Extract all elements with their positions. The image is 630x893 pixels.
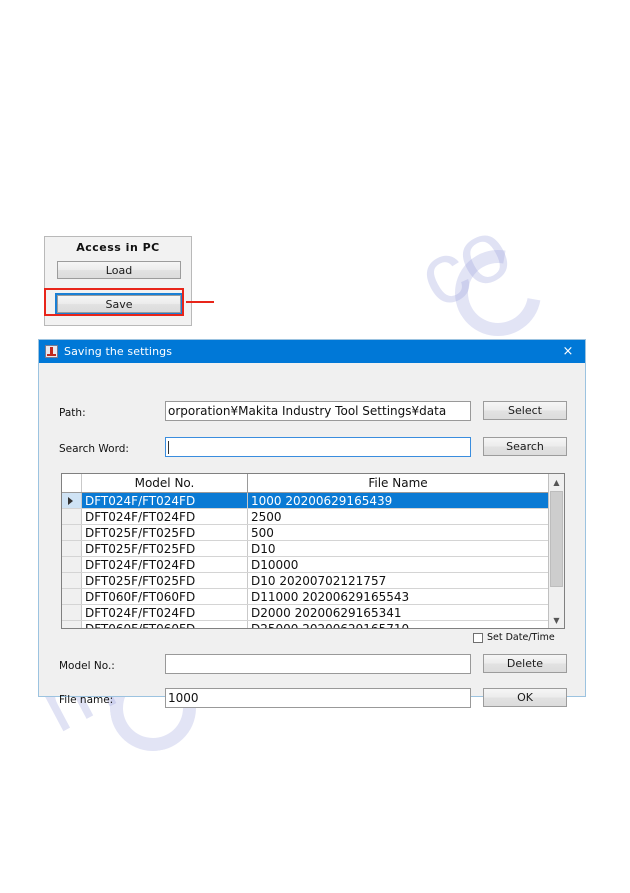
cell-model-no: DFT024F/FT024FD	[82, 557, 248, 572]
row-selector[interactable]	[62, 621, 82, 628]
delete-button[interactable]: Delete	[483, 654, 567, 673]
table-row[interactable]: DFT024F/FT024FD 2500	[62, 509, 548, 525]
cell-model-no: DFT024F/FT024FD	[82, 493, 248, 508]
settings-table[interactable]: Model No. File Name DFT024F/FT024FD 1000 …	[61, 473, 565, 629]
search-word-input[interactable]	[165, 437, 471, 457]
cell-file-name: D10 20200702121757	[251, 573, 387, 588]
close-icon[interactable]: ×	[551, 340, 585, 363]
table-row[interactable]: DFT024F/FT024FD 1000 20200629165439	[62, 493, 548, 509]
row-selector[interactable]	[62, 605, 82, 620]
text-caret	[168, 440, 169, 454]
table-body-area: Model No. File Name DFT024F/FT024FD 1000 …	[62, 474, 548, 628]
row-selector[interactable]	[62, 589, 82, 604]
table-row[interactable]: DFT025F/FT025FD 500	[62, 525, 548, 541]
cell-file-name: D10	[251, 541, 276, 556]
cell-model-no: DFT060F/FT060FD	[82, 621, 248, 628]
model-no-label: Model No.:	[59, 660, 115, 672]
cell-model-no: DFT024F/FT024FD	[82, 605, 248, 620]
cell-model-no: DFT025F/FT025FD	[82, 573, 248, 588]
cell-model-no: DFT025F/FT025FD	[82, 525, 248, 540]
save-button[interactable]: Save	[57, 295, 181, 313]
table-rows-container: DFT024F/FT024FD 1000 20200629165439 DFT024…	[62, 493, 548, 628]
set-date-time-label: Set Date/Time	[487, 632, 555, 643]
cell-file-name: D2000 20200629165341	[251, 605, 402, 620]
row-selector[interactable]	[62, 509, 82, 524]
load-button[interactable]: Load	[57, 261, 181, 279]
cell-model-no: DFT024F/FT024FD	[82, 509, 248, 524]
checkbox-box-icon[interactable]	[473, 632, 483, 643]
path-label: Path:	[59, 407, 86, 419]
cell-file-name: D11000 20200629165543	[251, 589, 410, 604]
column-header-file-name[interactable]: File Name	[248, 474, 548, 492]
model-no-input[interactable]	[165, 654, 471, 674]
app-icon	[45, 345, 58, 358]
dialog-title: Saving the settings	[64, 345, 173, 358]
cell-file-name: 1000 20200629165439	[251, 493, 393, 508]
table-row[interactable]: DFT060F/FT060FD D11000 20200629165543	[62, 589, 548, 605]
table-row[interactable]: DFT024F/FT024FD D2000 20200629165341	[62, 605, 548, 621]
row-selector-arrow-icon[interactable]	[62, 493, 82, 508]
scrollbar-thumb[interactable]	[550, 491, 563, 587]
access-in-pc-title: Access in PC	[76, 241, 160, 254]
file-name-input[interactable]: 1000	[165, 688, 471, 708]
scroll-down-icon[interactable]: ▼	[549, 612, 564, 628]
row-selector[interactable]	[62, 525, 82, 540]
cell-file-name: D25000 20200629165710	[248, 621, 548, 629]
dialog-titlebar: Saving the settings ×	[39, 340, 585, 363]
table-row[interactable]: DFT024F/FT024FD D10000	[62, 557, 548, 573]
set-date-time-checkbox[interactable]: Set Date/Time	[473, 632, 555, 643]
table-row[interactable]: DFT060F/FT060FDD25000 20200629165710	[62, 621, 548, 628]
row-selector[interactable]	[62, 541, 82, 556]
ok-button[interactable]: OK	[483, 688, 567, 707]
row-selector[interactable]	[62, 573, 82, 588]
table-header-row: Model No. File Name	[62, 474, 548, 493]
path-input[interactable]: orporation¥Makita Industry Tool Settings…	[165, 401, 471, 421]
row-selector-header	[62, 474, 82, 492]
cell-file-name: 500	[251, 525, 274, 540]
page-root: co nl manua Access in PC Load Save Savin…	[0, 0, 630, 893]
cell-file-name: 2500	[251, 509, 282, 524]
search-word-label: Search Word:	[59, 443, 129, 455]
saving-the-settings-dialog: Saving the settings × Path: orporation¥M…	[38, 339, 586, 708]
table-row[interactable]: DFT025F/FT025FD D10 20200702121757	[62, 573, 548, 589]
cell-model-no: DFT025F/FT025FD	[82, 541, 248, 556]
callout-line	[186, 301, 214, 303]
watermark-text: co	[402, 201, 525, 327]
column-header-model-no[interactable]: Model No.	[82, 474, 248, 492]
search-button[interactable]: Search	[483, 437, 567, 456]
scroll-up-icon[interactable]: ▲	[549, 474, 564, 490]
access-in-pc-panel: Access in PC Load Save	[44, 236, 192, 326]
cell-model-no: DFT060F/FT060FD	[82, 589, 248, 604]
row-selector[interactable]	[62, 557, 82, 572]
watermark-circle	[438, 233, 558, 353]
select-button[interactable]: Select	[483, 401, 567, 420]
table-vertical-scrollbar[interactable]: ▲ ▼	[548, 474, 564, 628]
cell-file-name: D10000	[251, 557, 299, 572]
table-row[interactable]: DFT025F/FT025FD D10	[62, 541, 548, 557]
file-name-label: File name:	[59, 694, 114, 706]
dialog-body: Path: orporation¥Makita Industry Tool Se…	[39, 363, 585, 708]
